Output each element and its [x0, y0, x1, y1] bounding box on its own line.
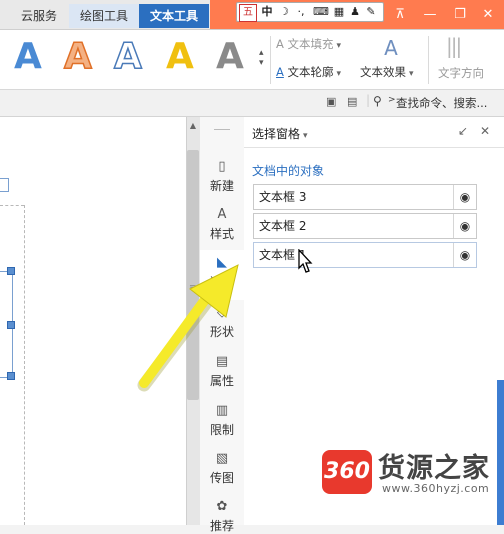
- pane-title-label: 选择窗格: [252, 127, 301, 141]
- eye-icon[interactable]: ◉: [453, 243, 476, 267]
- ribbon: A A A A A ▴ ▾ A 文本填充 ▾ A 文本轮廓 ▾ A 文本效果 ▾ |||…: [0, 30, 504, 90]
- resize-handle[interactable]: [7, 267, 15, 275]
- tab-drawing-tools[interactable]: 绘图工具: [69, 4, 139, 28]
- text-box-corner[interactable]: [0, 178, 9, 192]
- text-outline-button[interactable]: A 文本轮廓 ▾: [276, 64, 341, 80]
- lock-doc-icon: ▥: [215, 403, 229, 418]
- sidebar-item-label: 样式: [209, 227, 234, 241]
- ime-mode-icon[interactable]: 五: [239, 4, 257, 22]
- resize-handle[interactable]: [7, 321, 15, 329]
- text-fill-icon: A: [276, 37, 284, 51]
- sidebar-item-new[interactable]: ▯ 新建: [200, 160, 244, 194]
- object-label: 文本框 2: [259, 219, 307, 233]
- user-icon[interactable]: ♟: [347, 4, 363, 20]
- text-direction-icon[interactable]: |||: [446, 34, 462, 58]
- selection-pane-header: 选择窗格 ▾ ↙ ✕: [244, 117, 504, 148]
- chevron-down-icon: ▾: [303, 131, 308, 141]
- annotation-arrow-icon: [137, 264, 239, 392]
- sidebar-item-style[interactable]: A 样式: [200, 208, 244, 242]
- sidebar-item-label: 限制: [209, 423, 234, 437]
- keyboard-icon[interactable]: ⌨: [313, 4, 329, 20]
- object-row-text-box-2[interactable]: 文本框 2 ◉: [253, 213, 477, 239]
- text-outline-icon: A: [276, 65, 284, 79]
- page-guide-top: [0, 205, 24, 206]
- skin-icon[interactable]: ▦: [331, 4, 347, 20]
- sidebar-item-restrict[interactable]: ▥ 限制: [200, 404, 244, 438]
- eye-icon[interactable]: ◉: [453, 185, 476, 209]
- text-effect-icon[interactable]: A: [362, 36, 420, 60]
- sidebar-item-recommend[interactable]: ✿ 推荐: [200, 500, 244, 534]
- sidebar-item-label: 新建: [209, 179, 234, 193]
- text-fill-label: 文本填充: [287, 37, 334, 51]
- text-effect-label: 文本效果: [360, 65, 406, 79]
- style-preset-blue[interactable]: A: [14, 36, 42, 77]
- style-icon: A: [217, 207, 227, 222]
- restore-icon[interactable]: ❐: [446, 4, 474, 26]
- eye-icon[interactable]: ◉: [453, 214, 476, 238]
- text-outline-label: 文本轮廓: [287, 65, 334, 79]
- ime-toolbar[interactable]: 五 中 ☽ ·, ⌨ ▦ ♟ ✎: [236, 2, 384, 22]
- watermark-brand: 货源之家: [378, 453, 490, 484]
- tab-cloud-service[interactable]: 云服务: [14, 4, 64, 28]
- style-preset-gray[interactable]: A: [216, 36, 244, 77]
- sidebar-item-label: 传图: [209, 471, 234, 485]
- comment-icon[interactable]: ▤: [347, 95, 357, 108]
- scroll-up-icon[interactable]: ▲: [188, 121, 198, 131]
- page-guide-left: [24, 205, 25, 525]
- watermark-logo: 360: [322, 450, 372, 494]
- search-icon[interactable]: ⚲: [373, 94, 382, 108]
- style-gallery-scroll-icon[interactable]: ▴ ▾: [259, 48, 264, 68]
- dock-icon[interactable]: ↙: [458, 124, 468, 138]
- new-doc-icon: ▯: [218, 159, 226, 174]
- command-search-bar: ▣ ▤ | ⚲ > 查找命令、搜索...: [0, 90, 504, 117]
- style-preset-outline[interactable]: A: [113, 35, 142, 78]
- chevron-down-icon: ▾: [336, 41, 342, 51]
- ribbon-collapse-icon[interactable]: ⊼: [386, 4, 414, 26]
- mouse-cursor-icon: [298, 249, 313, 273]
- text-direction-button[interactable]: 文字方向: [438, 65, 484, 81]
- watermark-url: www.360hyzj.com: [382, 482, 490, 495]
- search-input[interactable]: 查找命令、搜索...: [396, 95, 487, 111]
- ime-punct-label[interactable]: ·,: [293, 4, 309, 20]
- image-icon: ▧: [215, 451, 229, 466]
- style-preset-gold[interactable]: A: [166, 36, 194, 77]
- tab-text-tools[interactable]: 文本工具: [139, 4, 209, 28]
- text-effect-button[interactable]: 文本效果 ▾: [360, 64, 414, 80]
- chevron-down-icon: ▾: [336, 69, 342, 79]
- wrench-icon[interactable]: ✎: [363, 4, 379, 20]
- object-label: 文本框 3: [259, 190, 307, 204]
- pane-title[interactable]: 选择窗格 ▾: [252, 125, 308, 142]
- resize-handle[interactable]: [7, 372, 15, 380]
- close-icon[interactable]: ✕: [474, 4, 502, 26]
- minimize-icon[interactable]: —: [416, 4, 444, 26]
- object-row-text-box-1[interactable]: 文本框 1 ◉: [253, 242, 477, 268]
- section-title: 文档中的对象: [252, 164, 325, 178]
- ime-lang-label[interactable]: 中: [259, 4, 275, 20]
- text-fill-button[interactable]: A 文本填充 ▾: [276, 36, 341, 52]
- object-row-text-box-3[interactable]: 文本框 3 ◉: [253, 184, 477, 210]
- sidebar-item-label: 推荐: [209, 519, 234, 533]
- sidebar-item-upload-image[interactable]: ▧ 传图: [200, 452, 244, 486]
- chevron-right-icon: >: [388, 95, 396, 105]
- pane-edge-tab[interactable]: [497, 380, 504, 525]
- moon-icon[interactable]: ☽: [277, 4, 291, 20]
- badge-icon: ✿: [216, 499, 228, 514]
- chevron-down-icon: ▾: [409, 69, 414, 79]
- send-icon[interactable]: ▣: [326, 95, 336, 108]
- close-pane-icon[interactable]: ✕: [480, 124, 490, 138]
- style-preset-orange-outline[interactable]: A: [63, 35, 92, 78]
